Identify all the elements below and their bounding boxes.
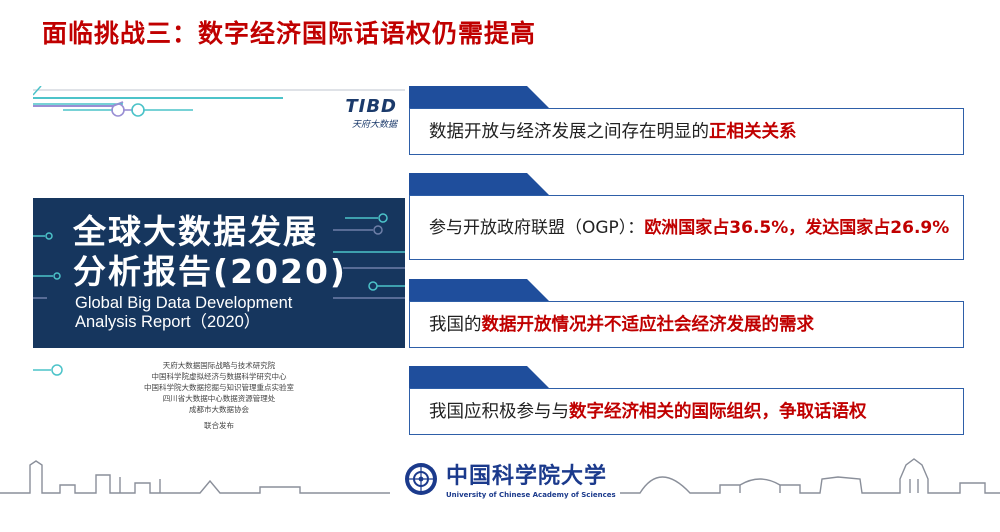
- point-highlight-text: 欧洲国家占36.5%，发达国家占26.9%: [644, 217, 950, 238]
- point-text-1: 数据开放与经济发展之间存在明显的正相关关系: [429, 108, 950, 155]
- cover-title-line2: 分析报告(2020): [73, 252, 348, 291]
- ucas-logo: 中国科学院大学 University of Chinese Academy of…: [404, 458, 616, 499]
- point-text-3: 我国的数据开放情况并不适应社会经济发展的需求: [429, 301, 950, 348]
- tibd-logo: TIBD 天府大数据: [345, 96, 397, 130]
- point-plain-text: 数据开放与经济发展之间存在明显的: [429, 121, 709, 142]
- ucas-english-name: University of Chinese Academy of Science…: [446, 491, 616, 499]
- point-box-1: 数据开放与经济发展之间存在明显的正相关关系: [409, 86, 964, 155]
- tibd-logo-text: TIBD: [345, 96, 397, 117]
- point-plain-text: 我国的: [429, 314, 482, 335]
- box-tab-decoration: [409, 86, 549, 108]
- ucas-seal-icon: [405, 462, 437, 495]
- cover-org-item: 中国科学院虚拟经济与数据科学研究中心: [151, 372, 287, 381]
- point-text-2: 参与开放政府联盟（OGP）：欧洲国家占36.5%，发达国家占26.9%: [429, 195, 950, 260]
- box-tab-decoration: [409, 366, 549, 388]
- point-highlight-text: 数据开放情况并不适应社会经济发展的需求: [481, 314, 815, 335]
- cover-org-item: 中国科学院大数据挖掘与知识管理重点实验室: [144, 383, 294, 392]
- point-box-2: 参与开放政府联盟（OGP）：欧洲国家占36.5%，发达国家占26.9%: [409, 173, 964, 260]
- cover-org-item: 天府大数据国际战略与技术研究院: [162, 361, 276, 370]
- cover-org-item: 成都市大数据协会: [189, 405, 249, 414]
- ucas-chinese-name: 中国科学院大学: [446, 463, 608, 489]
- cover-english-line1: Global Big Data Development: [75, 294, 293, 312]
- box-tab-decoration: [409, 279, 549, 301]
- point-highlight-text: 数字经济相关的国际组织，争取话语权: [569, 401, 867, 422]
- box-tab-decoration: [409, 173, 549, 195]
- point-plain-text: 参与开放政府联盟（OGP）：: [429, 217, 645, 238]
- point-box-4: 我国应积极参与与数字经济相关的国际组织，争取话语权: [409, 366, 964, 435]
- cover-english-title: Global Big Data Development Analysis Rep…: [75, 294, 292, 332]
- cover-publish-label: 联合发布: [204, 421, 234, 430]
- cover-org-item: 四川省大数据中心数据资源管理处: [162, 394, 276, 403]
- cover-organizations: 天府大数据国际战略与技术研究院 中国科学院虚拟经济与数据科学研究中心 中国科学院…: [33, 360, 405, 415]
- slide-title: 面临挑战三：数字经济国际话语权仍需提高: [42, 19, 537, 48]
- report-cover-image: TIBD 天府大数据 全球大数据发展 分析报告(2020) Global Big…: [33, 86, 405, 438]
- point-highlight-text: 正相关关系: [709, 121, 797, 142]
- cover-title: 全球大数据发展 分析报告(2020): [73, 212, 347, 292]
- point-text-4: 我国应积极参与与数字经济相关的国际组织，争取话语权: [429, 388, 950, 435]
- cover-title-line1: 全球大数据发展: [73, 212, 318, 251]
- point-box-3: 我国的数据开放情况并不适应社会经济发展的需求: [409, 279, 964, 348]
- tibd-logo-subtext: 天府大数据: [351, 120, 397, 130]
- cover-english-line2: Analysis Report（2020）: [75, 313, 261, 331]
- point-plain-text: 我国应积极参与与: [429, 401, 569, 422]
